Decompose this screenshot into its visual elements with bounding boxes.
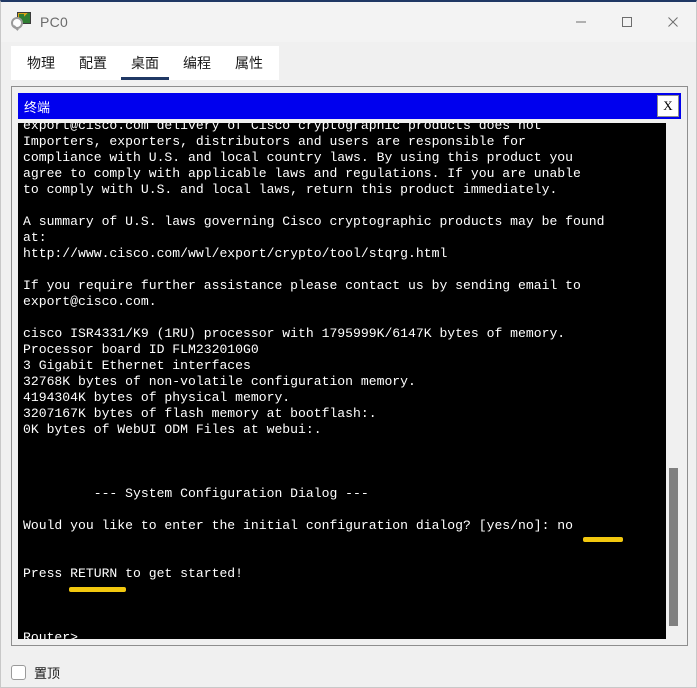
always-on-top-label: 置顶 bbox=[34, 666, 61, 682]
window-titlebar: PC0 bbox=[1, 2, 696, 42]
window-title: PC0 bbox=[40, 13, 69, 30]
close-button[interactable] bbox=[650, 2, 696, 42]
packet-tracer-icon bbox=[11, 11, 31, 32]
tab-attributes[interactable]: 属性 bbox=[223, 46, 275, 80]
footer-bar: 置顶 bbox=[1, 654, 696, 687]
tab-config[interactable]: 配置 bbox=[67, 46, 119, 80]
terminal-title: 终端 bbox=[24, 100, 51, 116]
highlight-return bbox=[69, 587, 126, 592]
minimize-icon bbox=[576, 21, 586, 22]
tab-strip: 物理 配置 桌面 编程 属性 bbox=[1, 42, 696, 80]
terminal-panel: 终端 X export@cisco.com delivery of Cisco … bbox=[11, 86, 688, 646]
close-icon bbox=[668, 16, 678, 27]
terminal-scrollbar-thumb[interactable] bbox=[669, 468, 678, 626]
terminal-screen[interactable]: export@cisco.com delivery of Cisco crypt… bbox=[18, 123, 665, 639]
terminal-body: export@cisco.com delivery of Cisco crypt… bbox=[18, 123, 681, 639]
tab-physical[interactable]: 物理 bbox=[15, 46, 67, 80]
window-controls bbox=[558, 2, 696, 42]
tab-programming[interactable]: 编程 bbox=[171, 46, 223, 80]
always-on-top-checkbox[interactable] bbox=[11, 664, 26, 680]
terminal-output: export@cisco.com delivery of Cisco crypt… bbox=[23, 123, 605, 639]
terminal-close-button[interactable]: X bbox=[657, 95, 679, 117]
minimize-button[interactable] bbox=[558, 2, 604, 42]
maximize-icon bbox=[622, 16, 632, 27]
packet-tracer-window: PC0 物理 配置 桌面 编程 属性 终端 X export@cisco.com… bbox=[0, 0, 697, 688]
tab-desktop[interactable]: 桌面 bbox=[119, 46, 171, 80]
highlight-no bbox=[583, 537, 623, 542]
terminal-scrollbar[interactable] bbox=[665, 123, 681, 639]
terminal-titlebar: 终端 X bbox=[18, 93, 681, 119]
maximize-button[interactable] bbox=[604, 2, 650, 42]
